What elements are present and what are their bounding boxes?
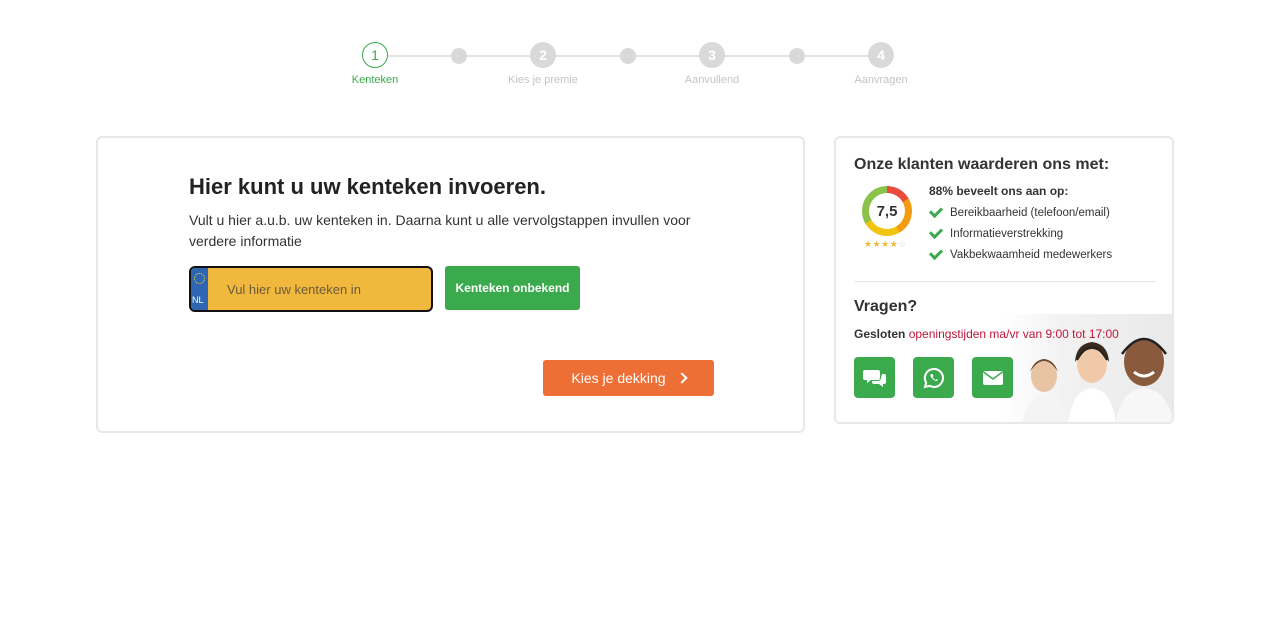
step-separator-dot <box>451 48 467 64</box>
step-number: 3 <box>699 42 725 68</box>
rating-title: Onze klanten waarderen ons met: <box>854 156 1110 173</box>
step-number: 2 <box>530 42 556 68</box>
page-title: Hier kunt u uw kenteken invoeren. <box>189 174 546 199</box>
score-value: 7,5 <box>869 193 905 229</box>
list-item-label: Bereikbaarheid (telefoon/email) <box>950 206 1110 219</box>
license-plate-card: Hier kunt u uw kenteken invoeren. Vult u… <box>96 136 805 433</box>
star-empty-icon: ☆ <box>898 239 907 249</box>
choose-coverage-button[interactable]: Kies je dekking <box>543 360 714 396</box>
rating-contact-card: Onze klanten waarderen ons met: 7,5 ★★★★… <box>834 136 1174 424</box>
email-button[interactable] <box>972 357 1013 398</box>
checkmark-icon <box>928 203 944 218</box>
opening-hours-link[interactable]: openingstijden ma/vr van 9:00 tot 17:00 <box>909 327 1119 341</box>
chevron-right-icon <box>675 372 688 384</box>
star-filled-icon: ★ <box>881 239 890 249</box>
chat-icon <box>862 369 886 387</box>
opening-status: Gesloten openingstijden ma/vr van 9:00 t… <box>854 327 1119 341</box>
questions-title: Vragen? <box>854 298 918 315</box>
step-separator-dot <box>789 48 805 64</box>
eu-flag-strip: NL <box>191 268 208 310</box>
license-plate-input[interactable] <box>211 268 429 310</box>
step-kenteken: 1 Kenteken <box>340 42 410 86</box>
score-gauge: 7,5 <box>862 186 912 236</box>
checkmark-icon <box>928 245 944 260</box>
step-number: 1 <box>362 42 388 68</box>
list-item: Vakbekwaamheid medewerkers <box>928 244 1113 265</box>
choose-coverage-label: Kies je dekking <box>571 370 666 386</box>
progress-stepper: 1 Kenteken 2 Kies je premie 3 Aanvullend… <box>340 42 920 92</box>
checkmark-icon <box>928 224 944 239</box>
list-item: Informatieverstrekking <box>928 223 1112 244</box>
whatsapp-button[interactable] <box>913 357 954 398</box>
eu-stars-icon <box>194 273 205 284</box>
step-aanvragen: 4 Aanvragen <box>846 42 916 86</box>
step-label: Kenteken <box>351 74 399 86</box>
step-kies-je-premie: 2 Kies je premie <box>508 42 578 86</box>
chat-button[interactable] <box>854 357 895 398</box>
star-rating: ★★★★☆ <box>864 239 907 250</box>
list-item-label: Informatieverstrekking <box>950 227 1064 240</box>
recommend-list: Bereikbaarheid (telefoon/email) Informat… <box>928 202 1113 265</box>
country-code: NL <box>192 295 204 305</box>
step-label: Aanvullend <box>684 74 740 86</box>
recommend-text: 88% beveelt ons aan op: <box>929 184 1069 198</box>
list-item: Bereikbaarheid (telefoon/email) <box>928 202 1112 223</box>
plate-unknown-button[interactable]: Kenteken onbekend <box>445 266 580 310</box>
divider <box>854 281 1156 282</box>
status-closed: Gesloten <box>854 327 906 341</box>
star-filled-icon: ★ <box>864 239 873 249</box>
step-separator-dot <box>620 48 636 64</box>
step-aanvullend: 3 Aanvullend <box>677 42 747 86</box>
step-label: Kies je premie <box>508 74 578 86</box>
star-filled-icon: ★ <box>872 239 882 249</box>
whatsapp-icon <box>923 367 944 388</box>
list-item-label: Vakbekwaamheid medewerkers <box>950 248 1113 261</box>
license-plate-field[interactable]: NL <box>189 266 433 312</box>
email-icon <box>982 370 1003 385</box>
step-label: Aanvragen <box>854 74 908 86</box>
page-description: Vult u hier a.u.b. uw kenteken in. Daarn… <box>189 212 691 249</box>
step-number: 4 <box>868 42 894 68</box>
